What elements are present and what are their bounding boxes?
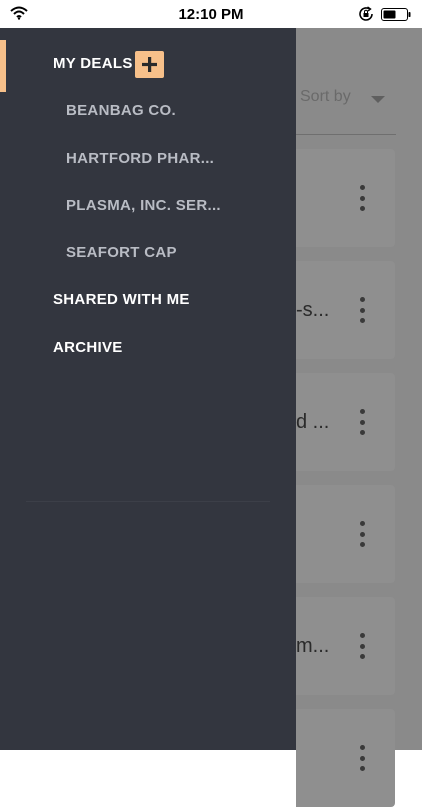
sort-by-label[interactable]: Sort by (300, 88, 351, 106)
active-indicator (0, 40, 6, 92)
more-vertical-icon[interactable] (359, 297, 365, 323)
navigation-drawer: MY DEALS BEANBAG CO. HARTFORD PHAR... PL… (0, 28, 296, 750)
deal-card[interactable]: m... (296, 597, 395, 695)
deal-card[interactable] (296, 149, 395, 247)
more-vertical-icon[interactable] (359, 185, 365, 211)
more-vertical-icon[interactable] (359, 521, 365, 547)
deal-card[interactable]: -s... (296, 261, 395, 359)
deal-card[interactable] (296, 485, 395, 583)
more-vertical-icon[interactable] (359, 409, 365, 435)
nav-item-archive[interactable]: ARCHIVE (53, 339, 123, 356)
status-time: 12:10 PM (178, 5, 244, 23)
deal-item[interactable]: SEAFORT CAP (66, 244, 177, 261)
more-vertical-icon[interactable] (359, 745, 365, 771)
plus-icon (142, 57, 157, 72)
deal-card-title: -s... (296, 299, 330, 321)
drawer-divider (26, 501, 270, 502)
divider (296, 134, 396, 135)
deal-item[interactable]: PLASMA, INC. SER... (66, 197, 221, 214)
nav-item-my-deals[interactable]: MY DEALS (53, 55, 133, 72)
more-vertical-icon[interactable] (359, 633, 365, 659)
status-bar: 12:10 PM (0, 0, 422, 28)
nav-item-shared-with-me[interactable]: SHARED WITH ME (53, 291, 190, 308)
deal-item[interactable]: BEANBAG CO. (66, 102, 176, 119)
battery-icon (381, 8, 411, 21)
deal-item[interactable]: HARTFORD PHAR... (66, 150, 214, 167)
deal-card-title: m... (296, 635, 330, 657)
rotation-lock-icon (359, 6, 373, 21)
deal-card[interactable]: d ... (296, 373, 395, 471)
caret-down-icon[interactable] (371, 96, 385, 103)
deal-card[interactable] (296, 709, 395, 807)
add-deal-button[interactable] (135, 51, 164, 78)
wifi-icon (10, 6, 28, 20)
deal-card-title: d ... (296, 411, 330, 433)
